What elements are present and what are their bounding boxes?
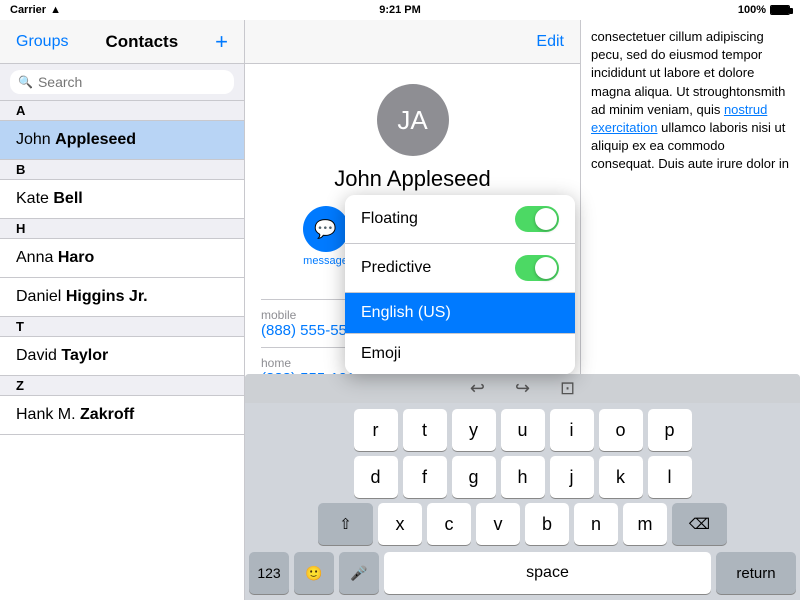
mic-key[interactable]: 🎤 [339, 552, 379, 594]
contact-item-anna-haro[interactable]: Anna Haro [0, 239, 244, 278]
section-header-z: Z [0, 376, 244, 396]
predictive-label: Predictive [361, 259, 431, 277]
context-menu: Floating Predictive English (US) Emoji [345, 195, 575, 374]
status-bar: Carrier ▲ 9:21 PM 100% [0, 0, 800, 20]
contacts-title: Contacts [105, 32, 178, 52]
numbers-key[interactable]: 123 [249, 552, 289, 594]
key-x[interactable]: x [378, 503, 422, 545]
predictive-toggle[interactable] [515, 255, 559, 281]
carrier-label: Carrier [10, 4, 46, 16]
key-h[interactable]: h [501, 456, 545, 498]
keyboard-main: r t y u i o p d f g h j k l ⇧ x c v b n … [245, 403, 800, 552]
emoji-label: Emoji [361, 345, 401, 363]
edit-button[interactable]: Edit [536, 33, 564, 51]
detail-header: Edit [245, 20, 580, 64]
message-label: message [303, 255, 348, 267]
keyboard-row-2: d f g h j k l [249, 456, 796, 498]
key-y[interactable]: y [452, 409, 496, 451]
floating-toggle[interactable] [515, 206, 559, 232]
key-t[interactable]: t [403, 409, 447, 451]
contact-item-daniel-higgins[interactable]: Daniel Higgins Jr. [0, 278, 244, 317]
contact-item-hank-zakroff[interactable]: Hank M. Zakroff [0, 396, 244, 435]
contact-item-kate-bell[interactable]: Kate Bell [0, 180, 244, 219]
text-content[interactable]: consectetuer cillum adipiscing pecu, sed… [581, 20, 800, 182]
add-contact-button[interactable]: + [215, 31, 228, 53]
contact-item-john-appleseed[interactable]: John Appleseed [0, 121, 244, 160]
groups-button[interactable]: Groups [16, 33, 68, 51]
paste-button[interactable]: ⊡ [560, 378, 575, 399]
keyboard-row-1: r t y u i o p [249, 409, 796, 451]
keyboard-undo-row: ↩ ↪ ⊡ [245, 374, 800, 403]
key-k[interactable]: k [599, 456, 643, 498]
contacts-list: A John Appleseed B Kate Bell H Anna Haro… [0, 101, 244, 600]
time-label: 9:21 PM [379, 4, 421, 16]
key-n[interactable]: n [574, 503, 618, 545]
key-g[interactable]: g [452, 456, 496, 498]
english-us-label: English (US) [361, 304, 451, 322]
wifi-icon: ▲ [50, 4, 61, 16]
delete-key[interactable]: ⌫ [672, 503, 727, 545]
keyboard-bottom-row: 123 🙂 🎤 space return [245, 552, 800, 600]
redo-button[interactable]: ↪ [515, 378, 530, 399]
key-m[interactable]: m [623, 503, 667, 545]
message-action[interactable]: 💬 message [303, 206, 349, 267]
battery-icon [770, 5, 790, 15]
undo-button[interactable]: ↩ [470, 378, 485, 399]
section-header-a: A [0, 101, 244, 121]
menu-item-english-us[interactable]: English (US) [345, 293, 575, 334]
key-p[interactable]: p [648, 409, 692, 451]
search-icon: 🔍 [18, 75, 33, 89]
menu-item-emoji[interactable]: Emoji [345, 334, 575, 374]
predictive-toggle-knob [535, 257, 557, 279]
floating-label: Floating [361, 210, 418, 228]
section-header-b: B [0, 160, 244, 180]
section-header-h: H [0, 219, 244, 239]
contact-item-david-taylor[interactable]: David Taylor [0, 337, 244, 376]
key-i[interactable]: i [550, 409, 594, 451]
key-v[interactable]: v [476, 503, 520, 545]
menu-item-floating[interactable]: Floating [345, 195, 575, 244]
key-b[interactable]: b [525, 503, 569, 545]
keyboard-overlay: ↩ ↪ ⊡ r t y u i o p d f g h j k l ⇧ x c [245, 374, 800, 600]
key-d[interactable]: d [354, 456, 398, 498]
menu-item-predictive[interactable]: Predictive [345, 244, 575, 293]
contacts-panel: Groups Contacts + 🔍 A John Appleseed B K… [0, 20, 245, 600]
key-u[interactable]: u [501, 409, 545, 451]
search-input-wrap[interactable]: 🔍 [10, 70, 234, 94]
contacts-header: Groups Contacts + [0, 20, 244, 64]
avatar: JA [377, 84, 449, 156]
key-o[interactable]: o [599, 409, 643, 451]
search-bar: 🔍 [0, 64, 244, 101]
contact-fullname: John Appleseed [334, 166, 491, 192]
floating-toggle-knob [535, 208, 557, 230]
key-f[interactable]: f [403, 456, 447, 498]
key-l[interactable]: l [648, 456, 692, 498]
section-header-t: T [0, 317, 244, 337]
battery-label: 100% [738, 4, 766, 16]
nostrud-link[interactable]: nostrud exercitation [591, 102, 767, 135]
return-key[interactable]: return [716, 552, 796, 594]
emoji-key[interactable]: 🙂 [294, 552, 334, 594]
shift-key[interactable]: ⇧ [318, 503, 373, 545]
key-r[interactable]: r [354, 409, 398, 451]
key-c[interactable]: c [427, 503, 471, 545]
search-input[interactable] [38, 74, 226, 90]
space-key[interactable]: space [384, 552, 711, 594]
keyboard-row-3: ⇧ x c v b n m ⌫ [249, 503, 796, 545]
message-icon: 💬 [303, 206, 349, 252]
key-j[interactable]: j [550, 456, 594, 498]
